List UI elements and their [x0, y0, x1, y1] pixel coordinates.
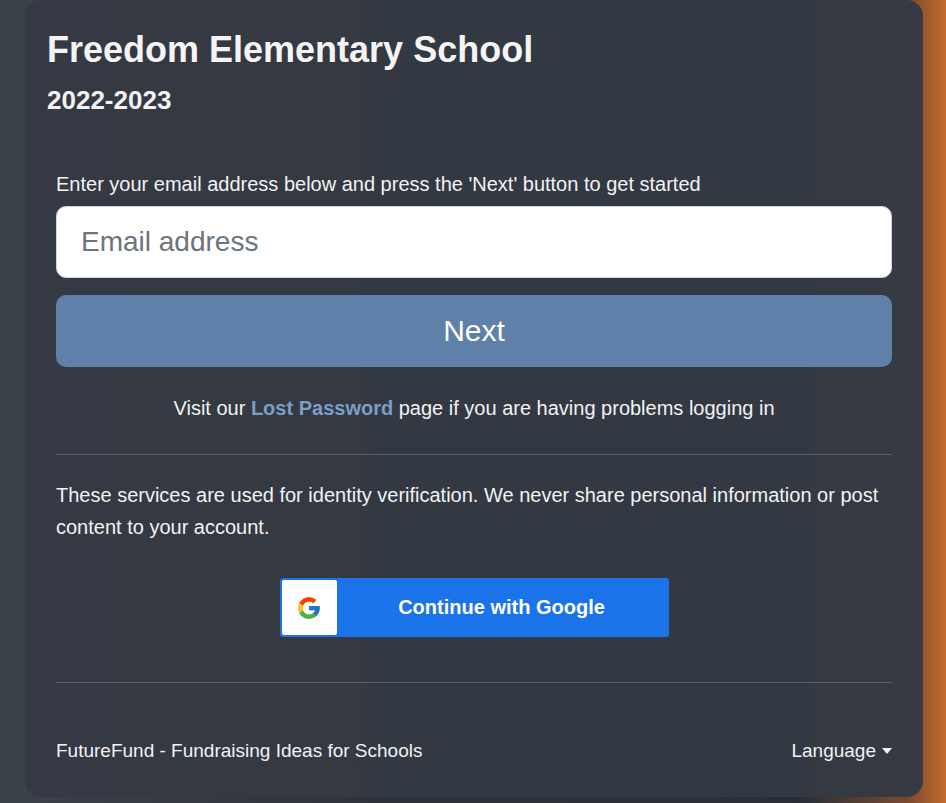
card-footer: FutureFund - Fundraising Ideas for Schoo…	[56, 737, 892, 765]
school-year: 2022-2023	[47, 84, 901, 116]
next-button[interactable]: Next	[56, 295, 892, 367]
google-row: Continue with Google	[56, 578, 892, 637]
lost-password-link[interactable]: Lost Password	[251, 397, 393, 419]
login-card: Freedom Elementary School 2022-2023 Ente…	[25, 0, 923, 797]
help-text: Visit our Lost Password page if you are …	[56, 394, 892, 422]
divider	[56, 454, 892, 455]
login-page: Freedom Elementary School 2022-2023 Ente…	[0, 0, 946, 803]
google-button-label: Continue with Google	[337, 596, 667, 619]
notice-text: These services are used for identity ver…	[56, 479, 892, 543]
google-button[interactable]: Continue with Google	[280, 578, 669, 637]
language-dropdown[interactable]: Language	[791, 740, 892, 762]
brand-text: FutureFund - Fundraising Ideas for Schoo…	[56, 737, 422, 765]
card-header: Freedom Elementary School 2022-2023	[25, 0, 923, 116]
google-logo-box	[282, 580, 337, 635]
footer-divider	[56, 682, 892, 683]
email-input[interactable]	[56, 206, 892, 278]
caret-icon	[882, 748, 892, 754]
google-icon	[296, 595, 322, 621]
school-name: Freedom Elementary School	[47, 28, 901, 72]
language-label: Language	[791, 740, 876, 762]
card-body: Enter your email address below and press…	[25, 170, 923, 765]
prompt-text: Enter your email address below and press…	[56, 170, 892, 198]
